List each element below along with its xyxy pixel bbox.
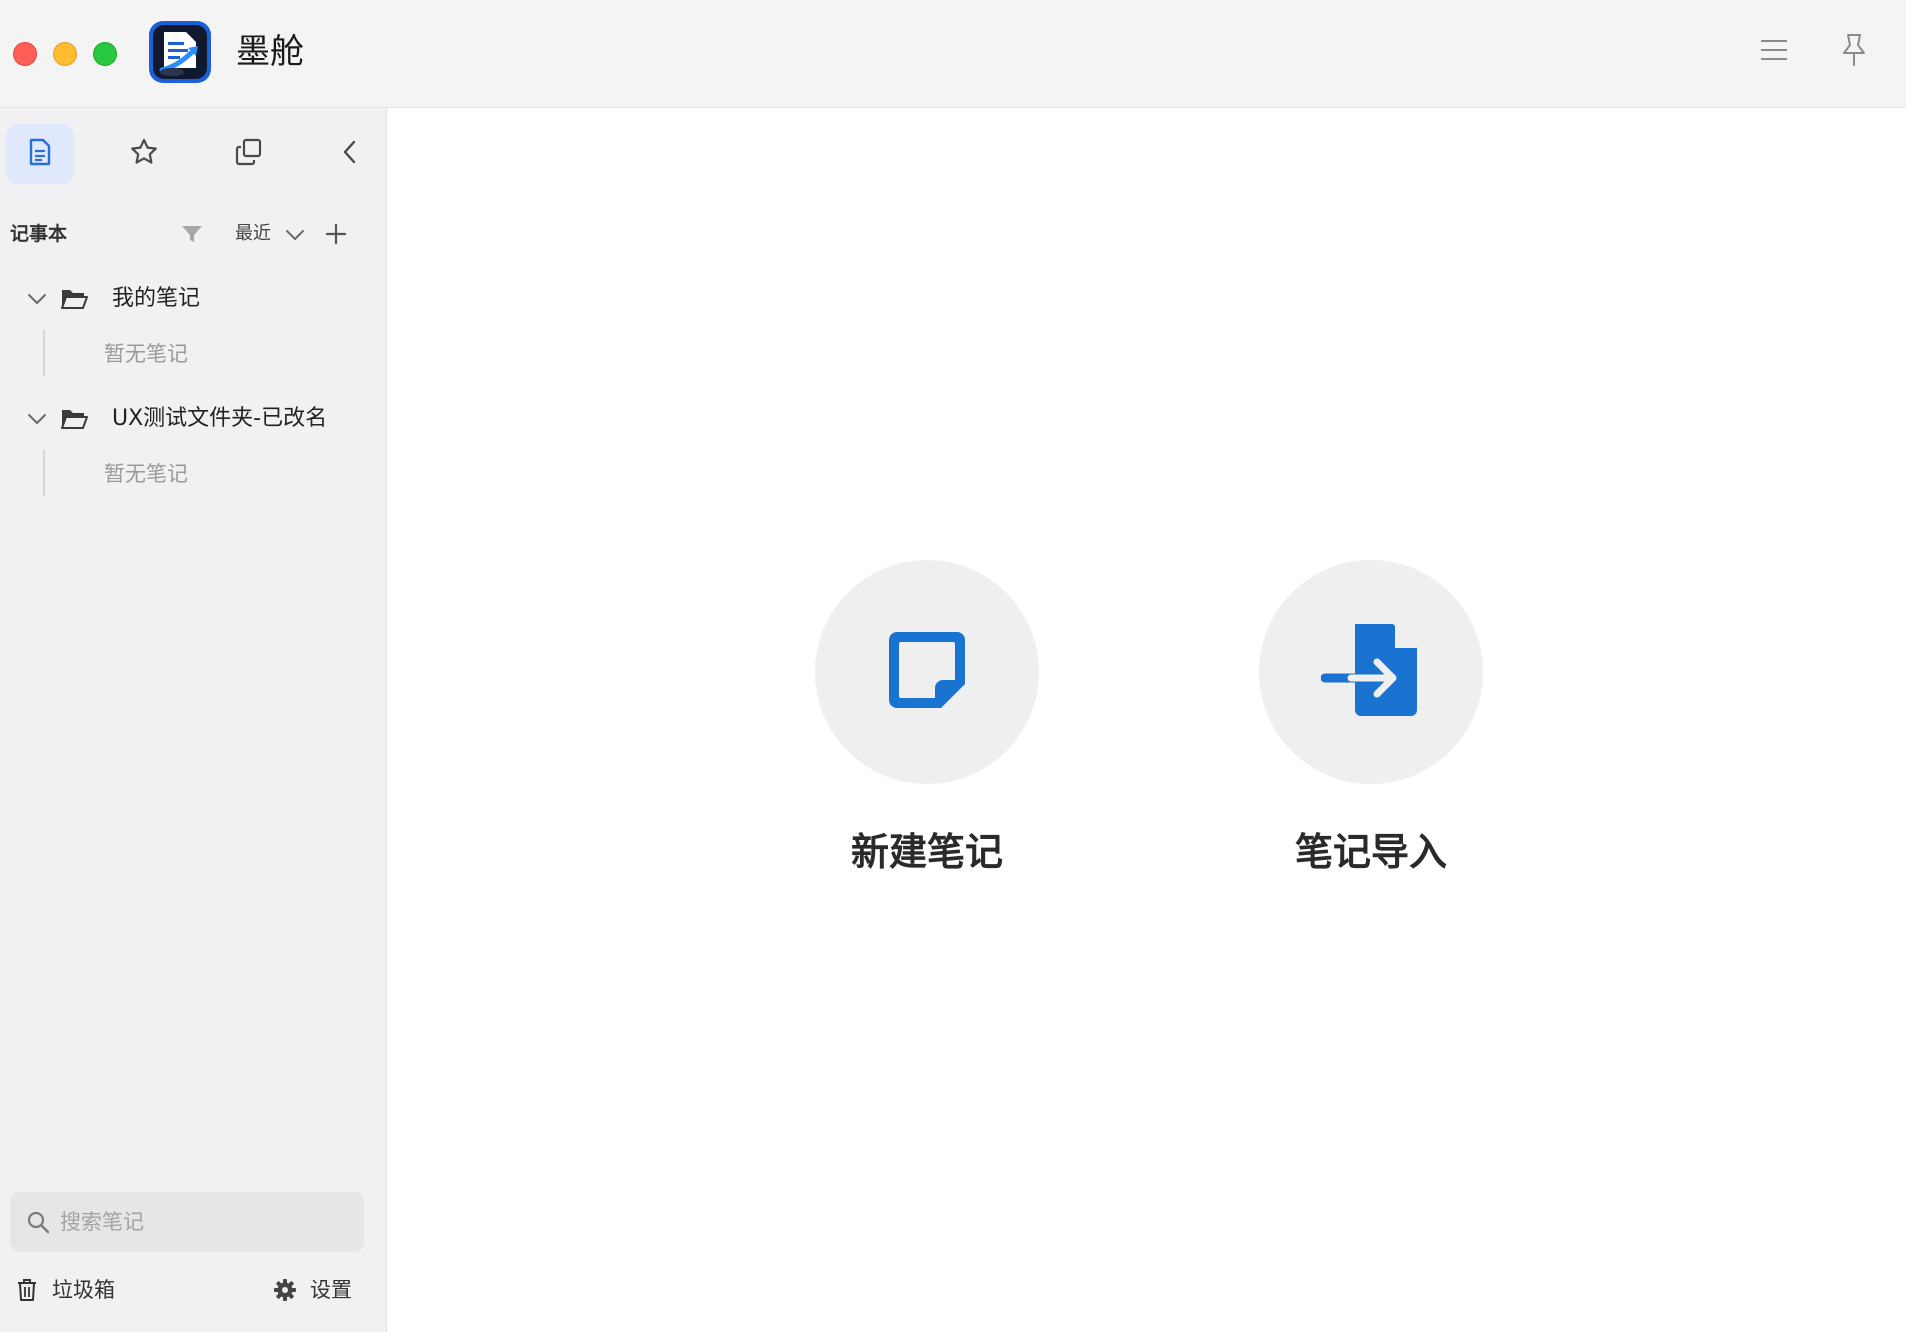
empty-notes-text: 暂无笔记 xyxy=(104,462,188,486)
star-icon xyxy=(129,137,159,171)
notebook-label: 记事本 xyxy=(10,223,68,245)
tree-guide-line xyxy=(43,330,45,376)
gear-icon xyxy=(272,1277,298,1303)
app-window: 墨舱 记事本 最近 我的笔记 暂无笔记 UX测试文件夹-已改名 暂无笔记 搜索笔… xyxy=(0,0,1906,1332)
pin-button[interactable] xyxy=(1834,32,1874,72)
folder-empty-row: 暂无笔记 xyxy=(0,330,387,376)
empty-notes-text: 暂无笔记 xyxy=(104,342,188,366)
app-title: 墨舱 xyxy=(236,32,304,72)
import-note-label: 笔记导入 xyxy=(1294,830,1447,874)
tab-favorites[interactable] xyxy=(110,124,178,184)
import-note-icon xyxy=(1320,620,1421,724)
new-note-label: 新建笔记 xyxy=(850,830,1003,874)
search-box xyxy=(10,1192,364,1252)
window-minimize-button[interactable] xyxy=(53,42,77,66)
menu-button[interactable] xyxy=(1754,32,1794,72)
title-bar: 墨舱 xyxy=(0,0,1906,108)
collapse-sidebar-button[interactable] xyxy=(330,124,370,184)
main-content: 新建笔记 笔记导入 xyxy=(388,108,1906,1332)
folder-name: 我的笔记 xyxy=(112,286,201,311)
import-note-circle[interactable] xyxy=(1259,560,1483,784)
search-input[interactable] xyxy=(60,1202,350,1242)
menu-icon xyxy=(1760,38,1788,66)
import-note-button[interactable]: 笔记导入 xyxy=(1259,560,1483,876)
folder-empty-row: 暂无笔记 xyxy=(0,450,387,496)
document-icon xyxy=(28,138,52,170)
folder-open-icon xyxy=(60,406,88,430)
sidebar: 记事本 最近 我的笔记 暂无笔记 UX测试文件夹-已改名 暂无笔记 搜索笔记 垃… xyxy=(0,108,387,1332)
filter-button[interactable] xyxy=(180,222,204,246)
chevron-down-icon[interactable] xyxy=(284,224,306,246)
add-notebook-button[interactable] xyxy=(324,222,348,246)
chevron-left-icon xyxy=(342,139,358,169)
settings-button[interactable]: 设置 xyxy=(272,1272,352,1308)
settings-label: 设置 xyxy=(310,1278,352,1302)
folder-item-ux-test[interactable]: UX测试文件夹-已改名 xyxy=(0,396,387,440)
tree-guide-line xyxy=(43,450,45,496)
notebook-header: 记事本 最近 xyxy=(0,212,387,256)
chevron-down-icon[interactable] xyxy=(26,408,48,430)
filter-icon xyxy=(180,226,204,250)
search-icon xyxy=(26,1210,50,1234)
tab-copy[interactable] xyxy=(215,124,283,184)
app-logo-icon xyxy=(148,20,212,84)
trash-label: 垃圾箱 xyxy=(52,1278,115,1302)
new-note-button[interactable]: 新建笔记 xyxy=(815,560,1039,876)
new-note-circle[interactable] xyxy=(815,560,1039,784)
window-maximize-button[interactable] xyxy=(93,42,117,66)
window-close-button[interactable] xyxy=(13,42,37,66)
copy-icon xyxy=(234,137,264,171)
trash-icon xyxy=(14,1277,40,1303)
trash-button[interactable]: 垃圾箱 xyxy=(14,1272,115,1308)
pin-icon xyxy=(1841,33,1867,71)
sort-button[interactable]: 最近 xyxy=(235,222,271,246)
chevron-down-icon[interactable] xyxy=(26,288,48,310)
new-note-icon xyxy=(883,626,971,718)
folder-item-my-notes[interactable]: 我的笔记 xyxy=(0,276,387,320)
plus-icon xyxy=(324,223,348,250)
folder-name: UX测试文件夹-已改名 xyxy=(112,406,328,431)
folder-open-icon xyxy=(60,286,88,310)
tab-notes[interactable] xyxy=(6,124,74,184)
